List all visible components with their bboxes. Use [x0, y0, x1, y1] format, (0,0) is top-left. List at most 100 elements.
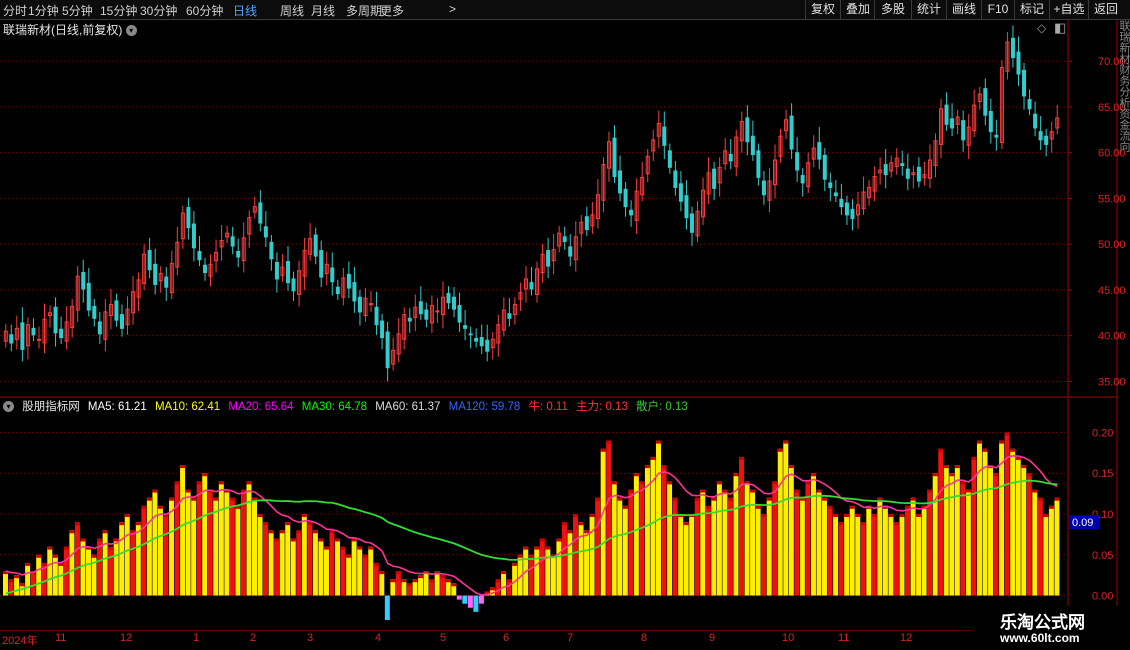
- indicator-bar-cap: [307, 522, 313, 526]
- legend-niu: 牛: 0.11: [528, 401, 568, 413]
- period-tab-4[interactable]: 30分钟: [140, 2, 177, 19]
- indicator-bar: [395, 571, 401, 596]
- indicator-bar: [827, 505, 833, 596]
- indicator-bar: [157, 505, 163, 596]
- indicator-bar-cap: [927, 489, 933, 493]
- toolbar-button-1[interactable]: 叠加: [840, 0, 875, 19]
- indicator-bar: [373, 562, 379, 596]
- candle-body: [335, 286, 340, 295]
- indicator-bar-negative: [473, 595, 479, 612]
- candle-body: [269, 241, 274, 260]
- indicator-bar-cap: [838, 522, 844, 526]
- candle-body: [424, 309, 429, 320]
- indicator-bar-cap: [556, 538, 562, 542]
- indicator-bar-cap: [440, 575, 446, 579]
- indicator-bar-cap: [257, 514, 263, 517]
- period-tab-3[interactable]: 15分钟: [100, 2, 137, 19]
- toolbar-button-5[interactable]: F10: [981, 0, 1014, 19]
- toolbar-button-7[interactable]: +自选: [1049, 0, 1088, 19]
- indicator-bar-cap: [600, 448, 606, 452]
- toolbar-button-2[interactable]: 多股: [874, 0, 911, 19]
- indicator-bar-cap: [722, 489, 728, 493]
- indicator-bar-cap: [97, 538, 103, 542]
- candle-body: [789, 115, 794, 150]
- indicator-bar: [844, 514, 850, 596]
- indicator-bar: [113, 538, 119, 596]
- period-tab-1[interactable]: 1分钟: [28, 2, 59, 19]
- toolbar-button-3[interactable]: 统计: [911, 0, 946, 19]
- candle-body: [667, 150, 672, 168]
- candle-body: [950, 118, 955, 129]
- toolbar-button-0[interactable]: 复权: [805, 0, 840, 19]
- indicator-bar: [47, 546, 53, 596]
- period-tab-8[interactable]: 月线: [311, 2, 335, 19]
- toolbar-button-8[interactable]: 返回: [1088, 0, 1123, 19]
- indicator-bar: [910, 497, 916, 596]
- indicator-bar: [799, 497, 805, 596]
- indicator-bar: [993, 473, 999, 596]
- candle-body: [761, 180, 766, 196]
- indicator-bar-cap: [41, 562, 47, 566]
- indicator-bar: [556, 538, 562, 596]
- candle-body: [274, 261, 279, 280]
- indicator-bar-cap: [772, 481, 778, 485]
- candle-body: [883, 164, 888, 176]
- candle-body: [618, 170, 623, 194]
- indicator-bar: [368, 546, 374, 596]
- period-tab-2[interactable]: 5分钟: [62, 2, 93, 19]
- indicator-bar-cap: [871, 514, 877, 517]
- indicator-bar-cap: [91, 554, 97, 558]
- candle-body: [380, 320, 385, 339]
- period-tab-5[interactable]: 60分钟: [186, 2, 223, 19]
- candle-body: [236, 250, 241, 258]
- candle-body: [1044, 135, 1049, 145]
- indicator-bar: [268, 530, 274, 596]
- indicator-bar-cap: [501, 571, 507, 575]
- indicator-bar-cap: [700, 489, 706, 493]
- indicator-bar-cap: [318, 538, 324, 542]
- candle-body: [961, 120, 966, 141]
- indicator-bar: [1015, 456, 1021, 596]
- indicator-bar-cap: [893, 522, 899, 526]
- candle-body: [474, 337, 479, 342]
- indicator-bar-cap: [960, 481, 966, 485]
- indicator-bar-cap: [495, 579, 501, 583]
- candle-body: [900, 163, 905, 166]
- indicator-bar: [539, 538, 545, 596]
- indicator-bar-cap: [25, 562, 31, 566]
- candle-body: [584, 216, 589, 231]
- indicator-bar-cap: [506, 579, 512, 583]
- indicator-bar: [351, 538, 357, 596]
- date-label: 12: [900, 632, 913, 644]
- indicator-bar-cap: [584, 530, 590, 534]
- candle-body: [81, 272, 86, 290]
- indicator-bar-cap: [611, 481, 617, 485]
- indicator-bar: [988, 465, 994, 596]
- indicator-bar-cap: [938, 448, 944, 452]
- indicator-bar: [329, 530, 335, 596]
- indicator-bar-cap: [617, 497, 623, 501]
- period-tab-7[interactable]: 周线: [280, 2, 304, 19]
- period-tab-10[interactable]: 更多: [380, 2, 404, 19]
- indicator-label: 0.05: [1092, 550, 1113, 562]
- more-arrow-icon[interactable]: >: [449, 2, 456, 16]
- candle-body: [568, 246, 573, 257]
- indicator-bar-cap: [69, 530, 75, 534]
- chevron-down-icon[interactable]: ▾: [3, 401, 14, 413]
- date-label: 10: [782, 632, 795, 644]
- toolbar-button-6[interactable]: 标记: [1014, 0, 1049, 19]
- indicator-bar-cap: [561, 522, 567, 526]
- candle-body: [623, 188, 628, 208]
- chart-area[interactable]: 70.0065.0060.0055.0050.0045.0040.0035.00…: [0, 20, 1130, 631]
- period-tab-0[interactable]: 分时: [3, 2, 27, 19]
- candle-body: [446, 293, 451, 304]
- indicator-bar: [346, 554, 352, 596]
- toolbar-button-4[interactable]: 画线: [946, 0, 981, 19]
- indicator-bar-cap: [279, 530, 285, 534]
- period-tab-6[interactable]: 日线: [233, 2, 257, 19]
- indicator-bar-cap: [285, 522, 291, 526]
- right-info-strip[interactable]: 联瑞新材财务分析资金流向: [1117, 20, 1130, 390]
- indicator-label: 0.20: [1092, 427, 1113, 439]
- period-tab-9[interactable]: 多周期: [346, 2, 382, 19]
- indicator-bar-cap: [357, 546, 363, 550]
